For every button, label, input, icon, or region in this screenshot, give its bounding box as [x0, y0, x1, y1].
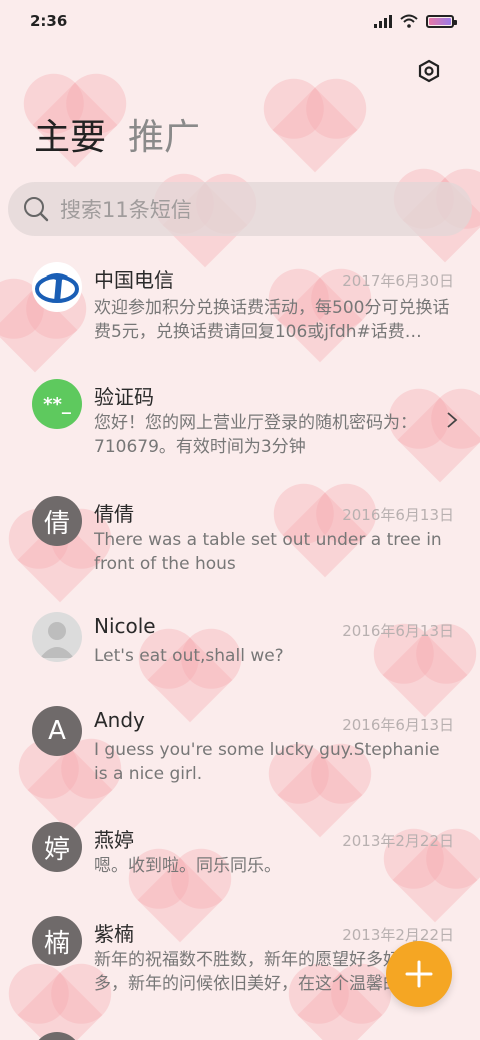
conversation-row[interactable]: 倩 倩倩 2016年6月13日 There was a table set ou… — [0, 480, 480, 592]
avatar: 婷 — [32, 822, 82, 872]
wifi-icon — [400, 14, 418, 28]
status-bar: 2:36 — [0, 0, 480, 42]
message-date: 2013年2月22日 — [342, 832, 454, 850]
tab-main[interactable]: 主要 — [34, 108, 106, 160]
message-preview: Let's eat out,shall we? — [94, 646, 284, 666]
search-placeholder: 搜索11条短信 — [60, 198, 192, 222]
settings-icon — [418, 59, 440, 83]
avatar: 倩 — [32, 496, 82, 546]
contact-name: 紫楠 — [94, 922, 134, 946]
contact-name: Nicole — [94, 614, 156, 638]
settings-button[interactable] — [414, 56, 444, 86]
avatar: A — [32, 706, 82, 756]
search-bar[interactable]: 搜索11条短信 — [8, 182, 472, 236]
message-preview: 您好！您的网上营业厅登录的随机密码为：710679。有效时间为3分钟 — [94, 413, 417, 457]
avatar — [32, 1032, 82, 1040]
message-date: 2017年6月30日 — [342, 272, 454, 290]
tab-promo[interactable]: 推广 — [128, 108, 200, 160]
conversation-row[interactable]: A Andy 2016年6月13日 I guess you're some lu… — [0, 690, 480, 802]
chevron-right-icon[interactable] — [446, 411, 458, 429]
contact-name: 验证码 — [94, 385, 154, 409]
new-message-button[interactable] — [386, 941, 452, 1007]
avatar: 楠 — [32, 916, 82, 966]
message-preview: There was a table set out under a tree i… — [94, 530, 442, 574]
china-telecom-logo-icon — [35, 273, 79, 303]
message-date: 2016年6月13日 — [342, 506, 454, 524]
contact-name: 中国电信 — [94, 268, 174, 292]
avatar — [32, 262, 82, 312]
conversation-row[interactable]: Nicole 2016年6月13日 Let's eat out,shall we… — [0, 596, 480, 686]
conversation-row[interactable] — [0, 1016, 480, 1040]
message-preview: 欢迎参加积分兑换话费活动，每500分可兑换话费5元，兑换话费请回复106或jfd… — [94, 298, 450, 342]
battery-icon — [426, 14, 457, 28]
message-date: 2013年2月22日 — [342, 926, 454, 944]
conversation-row[interactable]: **_ 验证码 您好！您的网上营业厅登录的随机密码为：710679。有效时间为3… — [0, 363, 480, 475]
message-preview: I guess you're some lucky guy.Stephanie … — [94, 740, 440, 784]
contact-name: 燕婷 — [94, 828, 134, 852]
signal-icon — [374, 14, 392, 28]
status-time: 2:36 — [30, 12, 68, 30]
message-preview: 嗯。收到啦。同乐同乐。 — [94, 856, 281, 876]
contact-name: Andy — [94, 708, 145, 732]
conversation-row[interactable]: 中国电信 2017年6月30日 欢迎参加积分兑换话费活动，每500分可兑换话费5… — [0, 246, 480, 358]
search-icon — [24, 197, 49, 222]
avatar: **_ — [32, 379, 82, 429]
person-icon — [40, 622, 74, 658]
message-date: 2016年6月13日 — [342, 716, 454, 734]
plus-icon — [405, 960, 433, 988]
message-preview: 新年的祝福数不胜数，新年的愿望好多好多，新年的问候依旧美好，在这个温馨的时刻 — [94, 950, 400, 994]
avatar — [32, 612, 82, 662]
tab-bar: 主要 推广 — [34, 108, 200, 160]
contact-name: 倩倩 — [94, 502, 134, 526]
message-date: 2016年6月13日 — [342, 622, 454, 640]
conversation-row[interactable]: 婷 燕婷 2013年2月22日 嗯。收到啦。同乐同乐。 — [0, 806, 480, 896]
